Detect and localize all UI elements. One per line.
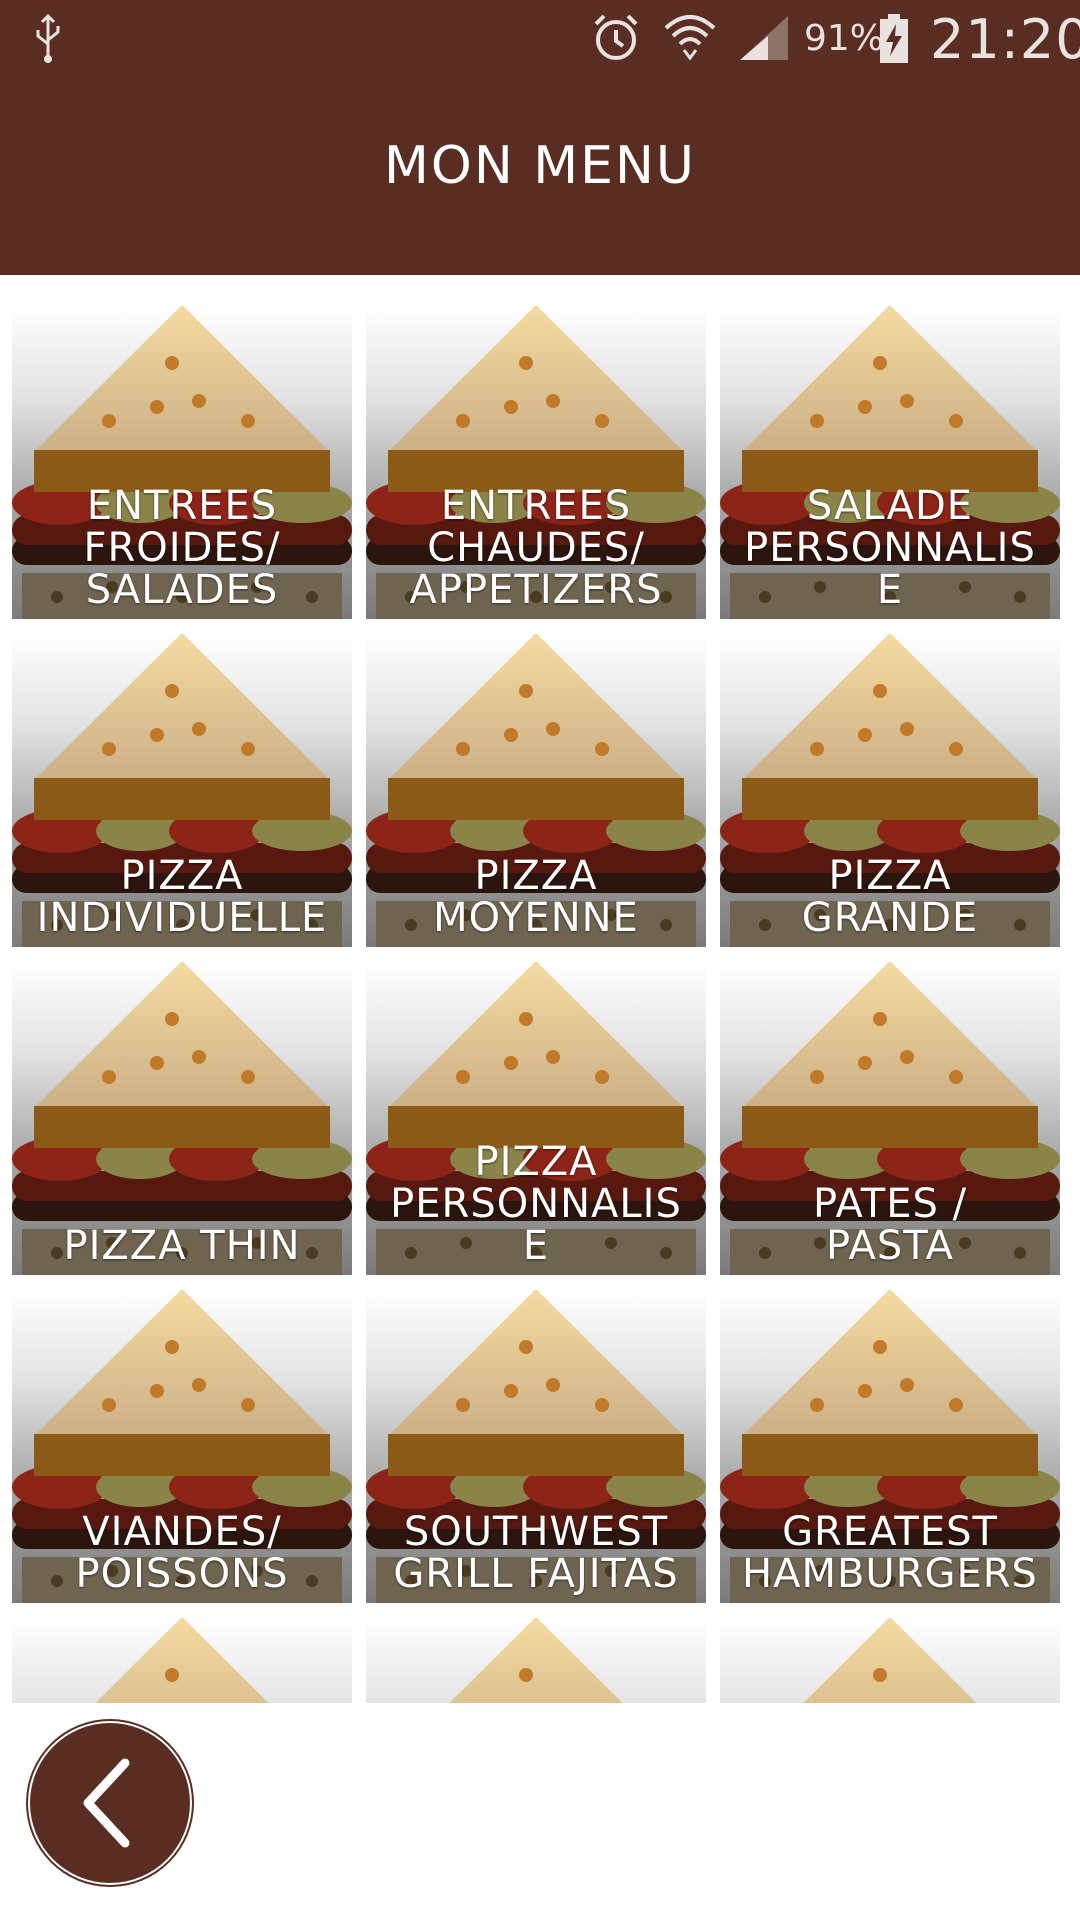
sandwich-icon	[95, 1617, 269, 1703]
wifi-icon	[664, 15, 716, 61]
signal-icon	[740, 16, 788, 60]
menu-item-label: SOUTHWEST GRILL FAJITAS	[393, 1509, 679, 1597]
menu-item-tile[interactable]	[366, 1617, 706, 1703]
menu-item-tile[interactable]: PATES / PASTA	[720, 961, 1060, 1275]
menu-item-tile[interactable]: PIZZA PERSONNALIS E	[366, 961, 706, 1275]
chevron-left-icon	[83, 1758, 130, 1848]
menu-item-tile[interactable]: PIZZA THIN	[12, 961, 352, 1275]
menu-item-tile[interactable]: VIANDES/ POISSONS	[12, 1289, 352, 1603]
menu-item-tile[interactable]: PIZZA MOYENNE	[366, 633, 706, 947]
menu-item-tile[interactable]: PIZZA GRANDE	[720, 633, 1060, 947]
menu-item-label: SALADE PERSONNALIS E	[744, 483, 1036, 613]
status-bar: 91% 21:20	[0, 0, 1080, 78]
menu-item-tile[interactable]	[12, 1617, 352, 1703]
menu-item-label: ENTREES CHAUDES/ APPETIZERS	[409, 483, 663, 613]
menu-grid: ENTREES FROIDES/ SALADES ENTREES CHAUDES…	[12, 305, 1068, 1703]
menu-item-label: GREATEST HAMBURGERS	[742, 1509, 1038, 1597]
menu-item-label: VIANDES/ POISSONS	[75, 1509, 289, 1597]
battery-percent: 91%	[804, 18, 885, 59]
menu-item-tile[interactable]: PIZZA INDIVIDUELLE	[12, 633, 352, 947]
menu-item-tile[interactable]: SOUTHWEST GRILL FAJITAS	[366, 1289, 706, 1603]
alarm-icon	[594, 14, 638, 60]
menu-item-tile[interactable]: ENTREES FROIDES/ SALADES	[12, 305, 352, 619]
menu-item-tile[interactable]	[720, 1617, 1060, 1703]
page-title: MON MENU	[384, 136, 696, 196]
menu-item-label: PIZZA PERSONNALIS E	[390, 1139, 682, 1269]
menu-item-label: ENTREES FROIDES/ SALADES	[83, 483, 281, 613]
sandwich-icon	[449, 1617, 623, 1703]
menu-item-label: PATES / PASTA	[812, 1181, 968, 1269]
battery-charging-icon	[880, 14, 908, 63]
menu-item-label: PIZZA INDIVIDUELLE	[36, 853, 328, 941]
sandwich-icon	[803, 1617, 977, 1703]
clock: 21:20	[930, 8, 1080, 71]
menu-item-label: PIZZA GRANDE	[801, 853, 979, 941]
menu-item-label: PIZZA MOYENNE	[433, 853, 639, 941]
menu-item-tile[interactable]: SALADE PERSONNALIS E	[720, 305, 1060, 619]
menu-item-label: PIZZA THIN	[63, 1223, 301, 1269]
usb-icon	[36, 14, 60, 63]
menu-item-tile[interactable]: GREATEST HAMBURGERS	[720, 1289, 1060, 1603]
app-header: 91% 21:20 MON MENU	[0, 0, 1080, 275]
menu-item-tile[interactable]: ENTREES CHAUDES/ APPETIZERS	[366, 305, 706, 619]
back-button[interactable]	[30, 1723, 190, 1883]
